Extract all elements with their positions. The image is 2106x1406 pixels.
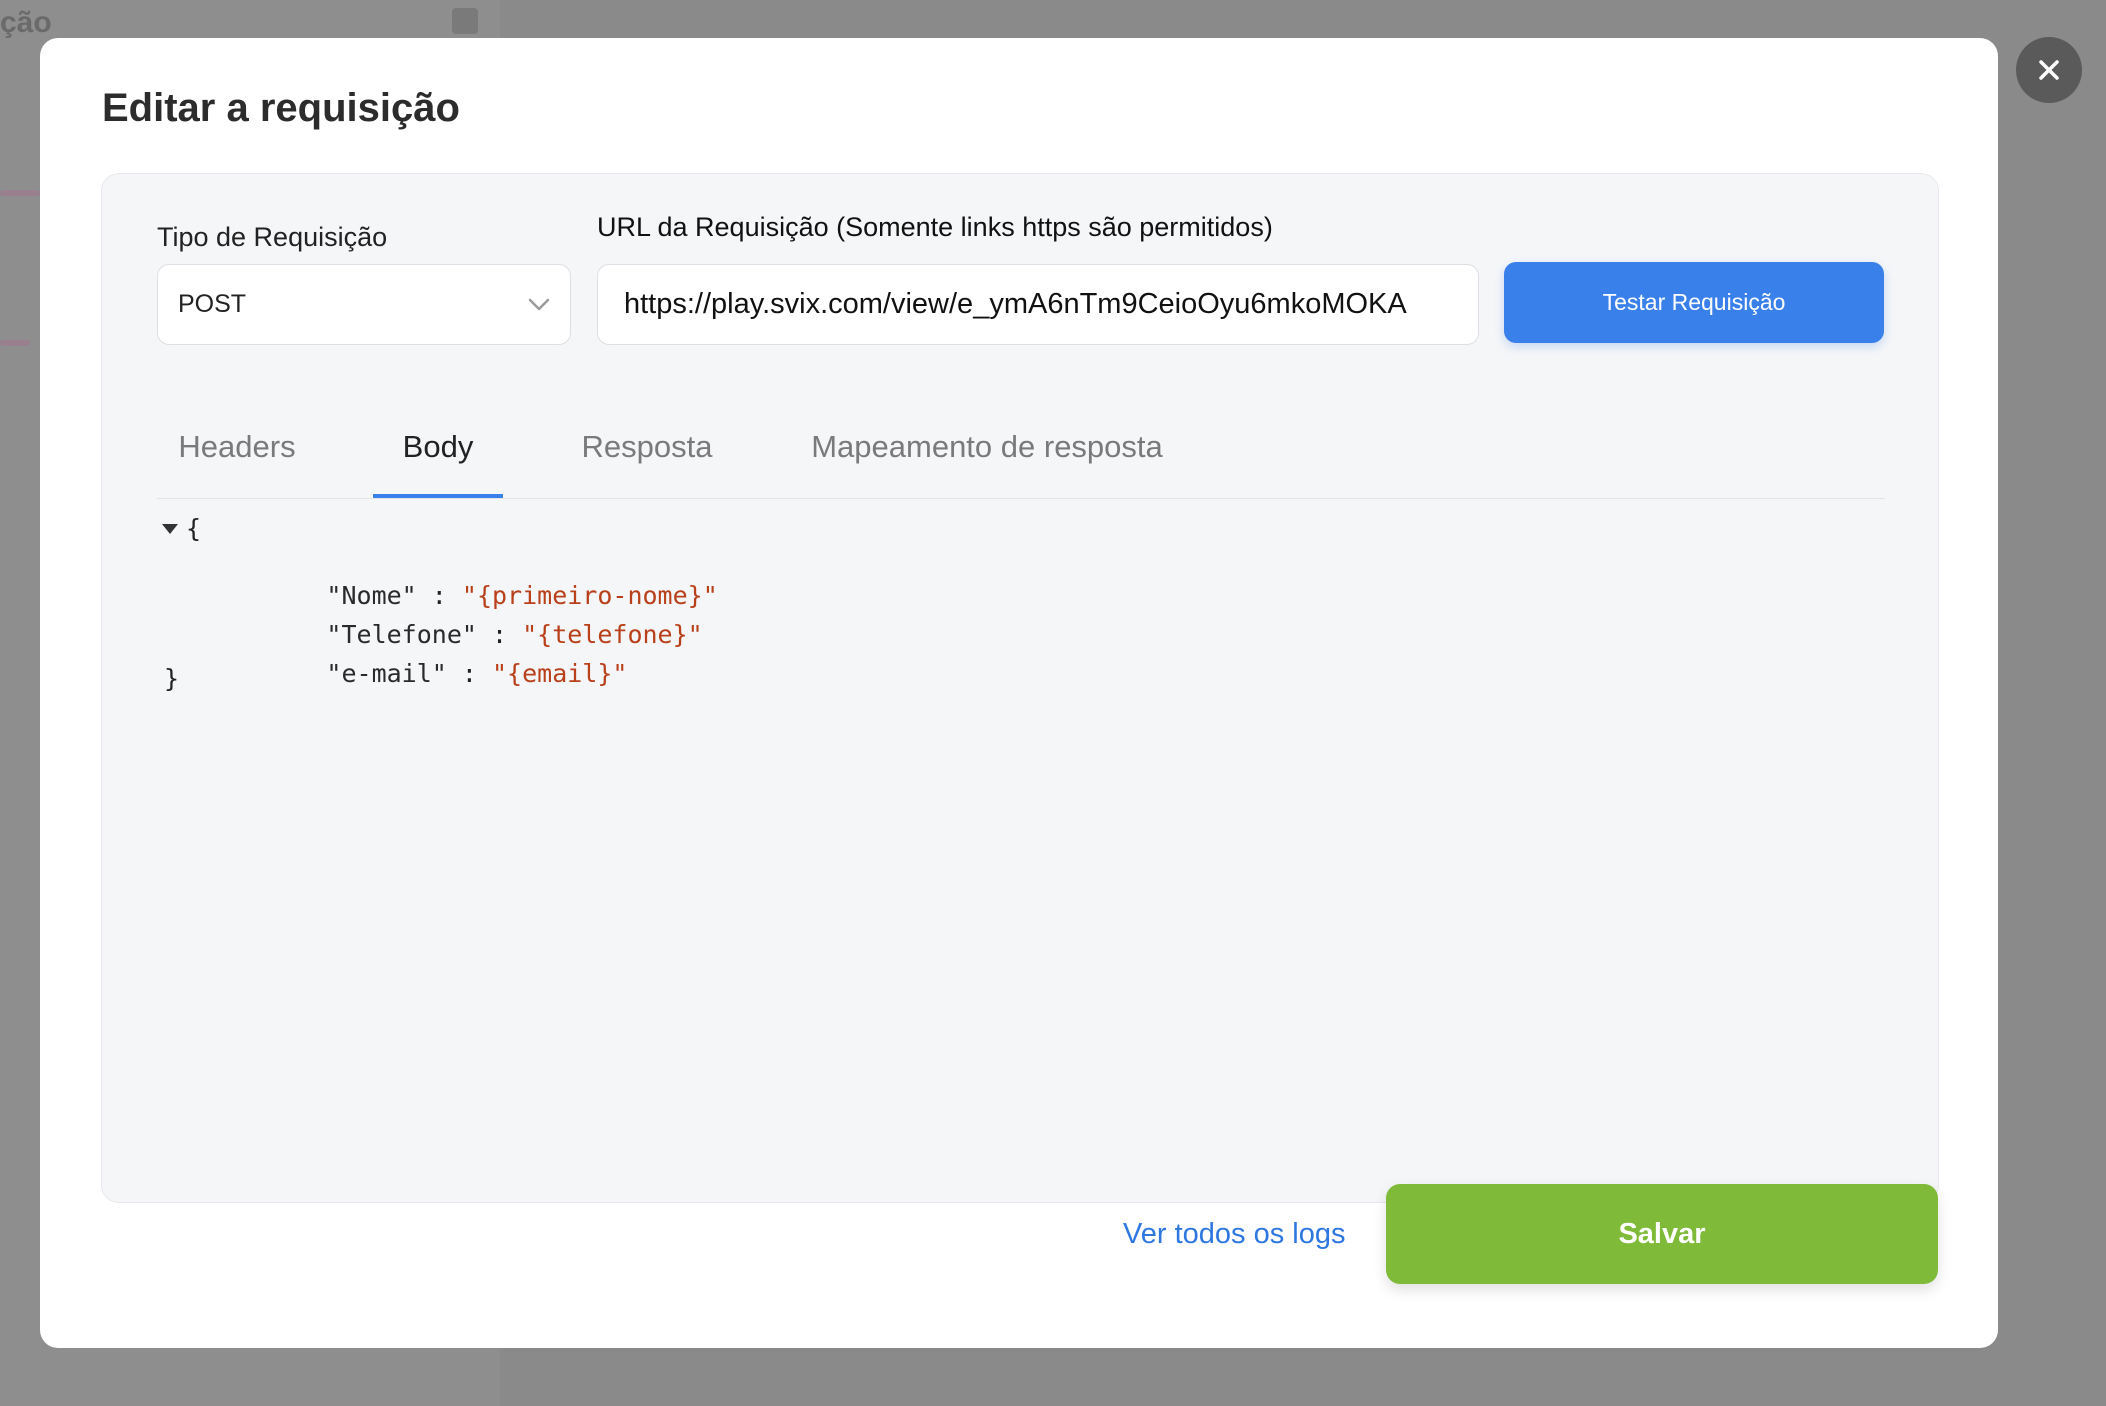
background-divider xyxy=(0,190,40,196)
background-title: ção xyxy=(0,6,52,39)
edit-request-modal: Editar a requisição Tipo de Requisição U… xyxy=(40,38,1998,1348)
tab-bar: Headers Body Resposta Mapeamento de resp… xyxy=(157,429,1885,499)
json-open-brace: { xyxy=(186,514,202,543)
collapse-caret-icon[interactable] xyxy=(162,524,178,534)
json-key: "e-mail" xyxy=(326,659,447,688)
json-close-brace: } xyxy=(164,664,180,693)
request-type-label: Tipo de Requisição xyxy=(157,222,388,252)
request-url-label: URL da Requisição (Somente links https s… xyxy=(597,212,1273,242)
tab-mapeamento-de-resposta[interactable]: Mapeamento de resposta xyxy=(797,429,1177,499)
active-tab-indicator xyxy=(373,494,503,498)
json-entry: "e-mail" : "{email}" xyxy=(326,659,628,688)
close-button[interactable] xyxy=(2016,37,2082,103)
request-url-input[interactable] xyxy=(597,264,1479,345)
close-icon xyxy=(2039,60,2059,80)
request-type-value: POST xyxy=(178,290,247,318)
tab-body[interactable]: Body xyxy=(373,429,503,499)
modal-title: Editar a requisição xyxy=(102,86,460,130)
view-all-logs-link[interactable]: Ver todos os logs xyxy=(1123,1218,1345,1251)
background-icon xyxy=(452,8,478,34)
test-request-button[interactable]: Testar Requisição xyxy=(1504,262,1884,343)
request-panel: Tipo de Requisição URL da Requisição (So… xyxy=(101,173,1939,1203)
tab-headers[interactable]: Headers xyxy=(157,429,317,499)
chevron-down-icon xyxy=(528,298,550,310)
background-divider xyxy=(0,340,30,346)
json-value: "{email}" xyxy=(492,659,628,688)
request-type-select[interactable]: POST xyxy=(157,264,571,345)
save-button[interactable]: Salvar xyxy=(1386,1184,1938,1284)
tab-resposta[interactable]: Resposta xyxy=(557,429,737,499)
